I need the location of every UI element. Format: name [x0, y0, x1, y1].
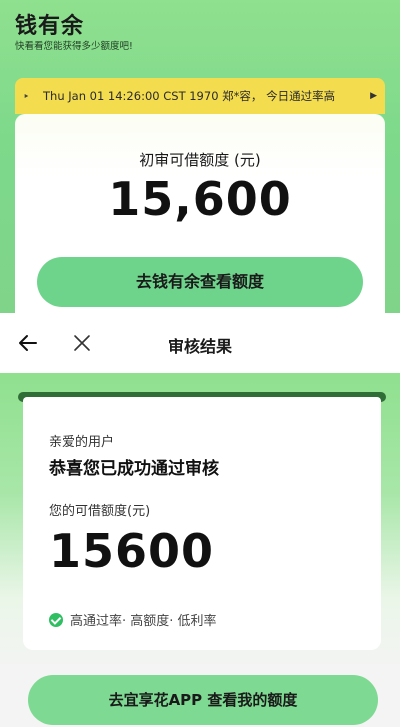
notice-bar[interactable]: ‣ Thu Jan 01 14:26:00 CST 1970 郑*容， 今日通过…: [15, 78, 385, 114]
nav-bar: 审核结果: [0, 313, 400, 373]
credit-label: 您的可借额度(元): [49, 504, 151, 519]
features-text: 高通过率· 高额度· 低利率: [70, 614, 217, 629]
close-icon[interactable]: [70, 331, 94, 355]
result-screen: 审核结果 亲爱的用户 恭喜您已成功通过审核 您的可借额度(元) 15600 高通…: [0, 313, 400, 727]
megaphone-icon: ‣: [23, 89, 30, 103]
greeting-text: 亲爱的用户: [49, 435, 115, 450]
credit-amount: 15,600: [108, 172, 292, 226]
back-arrow-icon[interactable]: [16, 331, 40, 355]
result-card: 亲爱的用户 恭喜您已成功通过审核 您的可借额度(元) 15600 高通过率· 高…: [23, 397, 381, 650]
check-credit-button[interactable]: 去钱有余查看额度: [37, 257, 363, 307]
notice-text: Thu Jan 01 14:26:00 CST 1970 郑*容， 今日通过率高: [43, 89, 336, 103]
credit-card: 初审可借额度 (元) 15,600 去钱有余查看额度: [15, 114, 385, 313]
promo-screen: 钱有余 快看看您能获得多少额度吧! ‣ Thu Jan 01 14:26:00 …: [0, 0, 400, 313]
brand-slogan: 快看看您能获得多少额度吧!: [15, 41, 133, 52]
check-circle-icon: [49, 612, 63, 627]
view-my-credit-button[interactable]: 去宜享花APP 查看我的额度: [28, 675, 378, 725]
congrats-text: 恭喜您已成功通过审核: [49, 459, 219, 479]
credit-amount: 15600: [49, 524, 215, 578]
credit-label: 初审可借额度 (元): [139, 151, 261, 169]
chevron-right-icon[interactable]: ▶: [370, 91, 377, 101]
page-title: 审核结果: [167, 337, 232, 356]
brand-title: 钱有余: [15, 14, 85, 39]
features-row: 高通过率· 高额度· 低利率: [49, 610, 217, 629]
